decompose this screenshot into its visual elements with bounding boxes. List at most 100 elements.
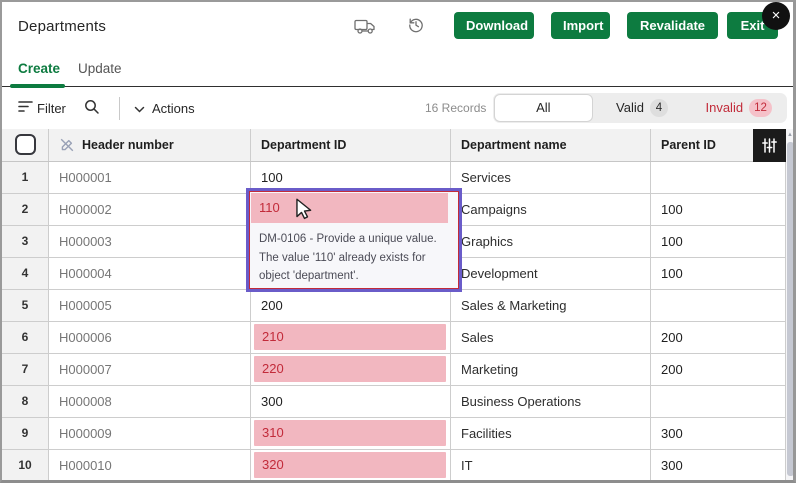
- search-button[interactable]: [84, 88, 100, 129]
- row-number: 9: [2, 418, 49, 449]
- tab-bar: Create Update: [2, 54, 793, 87]
- cell-department-id[interactable]: 220: [251, 354, 451, 385]
- toolbar-divider: [119, 97, 120, 120]
- segment-valid[interactable]: Valid 4: [594, 93, 691, 123]
- tab-update[interactable]: Update: [78, 61, 122, 76]
- table-row[interactable]: 5 H000005 200 Sales & Marketing: [2, 290, 786, 322]
- table-row[interactable]: 10 H000010 320 IT 300: [2, 450, 786, 482]
- cell-parent-id[interactable]: [651, 290, 786, 321]
- segment-invalid[interactable]: Invalid 12: [690, 93, 787, 123]
- filter-icon: [18, 100, 33, 116]
- migration-vehicle-button[interactable]: [354, 18, 376, 35]
- select-all-cell: [2, 129, 49, 161]
- cell-header-number[interactable]: H000007: [49, 354, 251, 385]
- cell-department-id[interactable]: 210: [251, 322, 451, 353]
- cell-header-number[interactable]: H000005: [49, 290, 251, 321]
- row-number: 5: [2, 290, 49, 321]
- cell-department-name[interactable]: Development: [451, 258, 651, 289]
- cell-parent-id[interactable]: 300: [651, 418, 786, 449]
- close-button[interactable]: ×: [762, 2, 790, 30]
- cell-department-name[interactable]: Services: [451, 162, 651, 193]
- page-title: Departments: [18, 18, 106, 35]
- cell-parent-id[interactable]: [651, 386, 786, 417]
- cell-department-name[interactable]: Sales: [451, 322, 651, 353]
- cell-header-number[interactable]: H000010: [49, 450, 251, 481]
- column-label: Department name: [461, 138, 567, 152]
- truck-icon: [354, 23, 376, 38]
- title-bar: Departments Download: [2, 2, 793, 54]
- cell-department-name[interactable]: Facilities: [451, 418, 651, 449]
- tab-create[interactable]: Create: [18, 61, 60, 76]
- cell-parent-id[interactable]: [651, 162, 786, 193]
- download-button[interactable]: Download: [454, 12, 534, 39]
- column-label: Parent ID: [661, 138, 716, 152]
- invalid-value-highlight: 220: [254, 356, 446, 382]
- no-edit-icon: [59, 137, 75, 153]
- filter-label[interactable]: Filter: [37, 88, 66, 129]
- cell-department-name[interactable]: Marketing: [451, 354, 651, 385]
- cell-parent-id[interactable]: 200: [651, 322, 786, 353]
- cell-department-id[interactable]: 320: [251, 450, 451, 481]
- cell-parent-id[interactable]: 100: [651, 194, 786, 225]
- column-header-department-id[interactable]: Department ID: [251, 129, 451, 161]
- cell-department-name[interactable]: Campaigns: [451, 194, 651, 225]
- row-number: 3: [2, 226, 49, 257]
- history-icon: [407, 22, 425, 37]
- actions-dropdown-chevron[interactable]: [134, 88, 145, 129]
- cell-department-id[interactable]: 300: [251, 386, 451, 417]
- valid-label: Valid: [616, 100, 644, 115]
- vertical-scrollbar[interactable]: ▲: [786, 129, 794, 481]
- cell-parent-id[interactable]: 200: [651, 354, 786, 385]
- scroll-up-icon[interactable]: ▲: [786, 129, 794, 138]
- cell-header-number[interactable]: H000009: [49, 418, 251, 449]
- cell-department-name[interactable]: Business Operations: [451, 386, 651, 417]
- column-label: Header number: [82, 138, 174, 152]
- invalid-value-highlight: 310: [254, 420, 446, 446]
- table-header-row: Header number Department ID Department n…: [2, 129, 786, 162]
- cell-parent-id[interactable]: 300: [651, 450, 786, 481]
- cell-header-number[interactable]: H000008: [49, 386, 251, 417]
- table-row[interactable]: 6 H000006 210 Sales 200: [2, 322, 786, 354]
- error-tooltip: 110 DM-0106 - Provide a unique value. Th…: [249, 191, 459, 289]
- cell-department-id[interactable]: 310: [251, 418, 451, 449]
- cell-department-id[interactable]: 200: [251, 290, 451, 321]
- valid-count-badge: 4: [650, 99, 668, 117]
- cell-department-name[interactable]: Graphics: [451, 226, 651, 257]
- segment-all[interactable]: All: [494, 94, 593, 122]
- invalid-cell-selection[interactable]: 110 DM-0106 - Provide a unique value. Th…: [246, 188, 462, 292]
- cell-parent-id[interactable]: 100: [651, 226, 786, 257]
- close-icon: ×: [772, 7, 781, 24]
- selected-cell-value[interactable]: 110: [251, 193, 448, 223]
- history-button[interactable]: [407, 16, 425, 34]
- invalid-count-badge: 12: [749, 99, 772, 117]
- select-all-checkbox[interactable]: [15, 134, 36, 155]
- cell-department-name[interactable]: Sales & Marketing: [451, 290, 651, 321]
- cell-header-number[interactable]: H000006: [49, 322, 251, 353]
- filter-button[interactable]: [18, 88, 33, 129]
- row-number: 4: [2, 258, 49, 289]
- actions-label[interactable]: Actions: [152, 88, 195, 129]
- column-header-header-number[interactable]: Header number: [49, 129, 251, 161]
- departments-table: Header number Department ID Department n…: [2, 129, 794, 482]
- import-button[interactable]: Import: [551, 12, 610, 39]
- cell-header-number[interactable]: H000004: [49, 258, 251, 289]
- toolbar: Filter Actions 16 Records All Valid: [2, 88, 793, 129]
- cell-header-number[interactable]: H000002: [49, 194, 251, 225]
- table-row[interactable]: 7 H000007 220 Marketing 200: [2, 354, 786, 386]
- invalid-value-highlight: 210: [254, 324, 446, 350]
- column-header-department-name[interactable]: Department name: [451, 129, 651, 161]
- column-settings-button[interactable]: [753, 129, 786, 162]
- cell-parent-id[interactable]: 100: [651, 258, 786, 289]
- row-number: 10: [2, 450, 49, 481]
- departments-window: Departments Download: [0, 0, 796, 483]
- row-number: 1: [2, 162, 49, 193]
- cell-header-number[interactable]: H000003: [49, 226, 251, 257]
- revalidate-button[interactable]: Revalidate: [627, 12, 718, 39]
- cell-header-number[interactable]: H000001: [49, 162, 251, 193]
- cell-department-name[interactable]: IT: [451, 450, 651, 481]
- table-row[interactable]: 8 H000008 300 Business Operations: [2, 386, 786, 418]
- search-icon: [84, 99, 100, 118]
- table-row[interactable]: 9 H000009 310 Facilities 300: [2, 418, 786, 450]
- invalid-value-highlight: 320: [254, 452, 446, 478]
- scrollbar-thumb[interactable]: [787, 142, 794, 476]
